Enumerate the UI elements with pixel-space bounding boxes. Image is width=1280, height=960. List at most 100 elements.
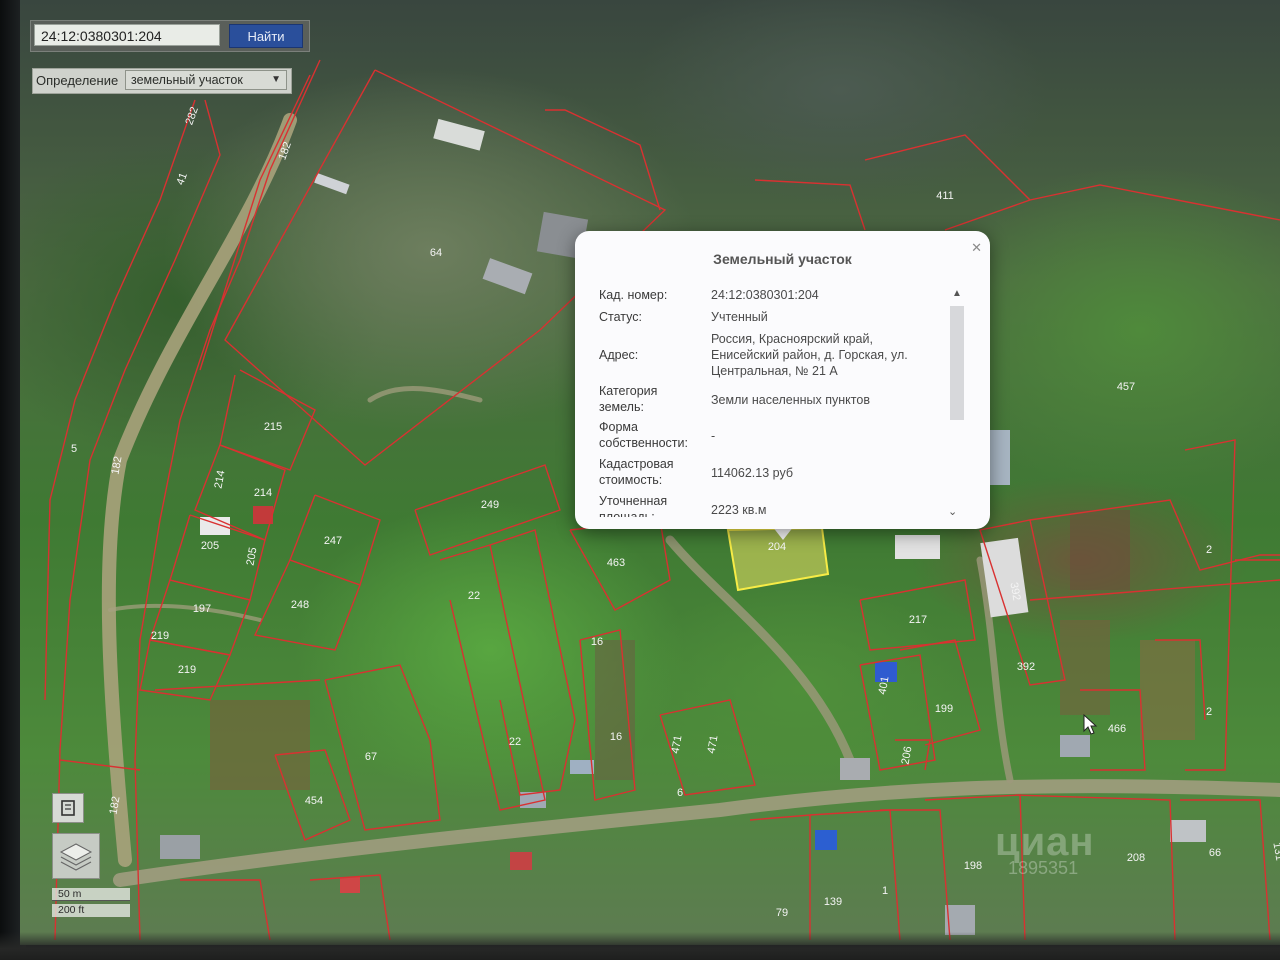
chevron-down-icon: ▼ [271, 74, 281, 85]
svg-text:2: 2 [1206, 706, 1212, 718]
chevron-down-icon[interactable]: ⌄ [948, 505, 957, 518]
svg-text:217: 217 [909, 614, 927, 626]
svg-text:401: 401 [877, 675, 892, 695]
parcel-label: 205 [201, 540, 219, 552]
parcel-label: 411 [936, 190, 954, 202]
info-value: 114062.13 руб [711, 466, 793, 480]
address-line: Центральная, № 21 А [711, 364, 838, 378]
parcel-label: 206 [900, 745, 915, 765]
svg-text:67: 67 [365, 751, 377, 763]
parcel-label: 22 [509, 736, 521, 748]
info-key: Уточненная площадь: [599, 493, 709, 517]
scale-bar: 50 m 200 ft [52, 888, 130, 920]
parcel-label: 219 [151, 630, 169, 642]
svg-text:16: 16 [610, 731, 622, 743]
parcel-label: 22 [468, 590, 480, 602]
svg-text:249: 249 [481, 499, 499, 511]
svg-text:205: 205 [201, 540, 219, 552]
parcel-label: 197 [193, 603, 211, 615]
parcel-label: 6 [677, 787, 683, 799]
parcel-label: 5 [71, 443, 77, 455]
svg-text:5: 5 [71, 443, 77, 455]
info-key: Кад. номер: [599, 288, 668, 302]
parcel-label: 205 [245, 546, 260, 566]
find-button[interactable]: Найти [229, 24, 303, 48]
parcel-label: 16 [610, 731, 622, 743]
monitor-bottom-bezel [0, 932, 1280, 960]
svg-text:454: 454 [305, 795, 323, 807]
info-value: - [711, 429, 716, 443]
svg-text:66: 66 [1209, 847, 1221, 859]
svg-text:131: 131 [1270, 841, 1280, 861]
key-line: Уточненная [599, 494, 668, 508]
info-value: 2223 кв.м [711, 503, 767, 517]
parcel-label: 463 [607, 557, 625, 569]
parcel-label: 217 [909, 614, 927, 626]
parcel-label: 67 [365, 751, 377, 763]
parcel-label: 471 [670, 734, 685, 754]
parcel-label: 454 [305, 795, 323, 807]
svg-text:208: 208 [1127, 852, 1145, 864]
address-line: Россия, Красноярский край, [711, 332, 873, 346]
parcel-label: 215 [264, 421, 282, 433]
svg-text:457: 457 [1117, 381, 1135, 393]
info-value: Россия, Красноярский край, Енисейский ра… [711, 331, 933, 379]
parcel-label: 2 [1206, 706, 1212, 718]
parcel-label: 2 [1206, 544, 1212, 556]
legend-button[interactable] [52, 793, 84, 823]
svg-text:22: 22 [509, 736, 521, 748]
layers-icon [59, 843, 93, 871]
parcel-204-label: 204 [768, 541, 786, 553]
parcel-label: 392 [1017, 661, 1035, 673]
svg-text:205: 205 [245, 546, 260, 566]
parcel-label: 248 [291, 599, 309, 611]
parcel-label: 208 [1127, 852, 1145, 864]
key-line: Форма [599, 420, 638, 434]
info-key: Категория земель: [599, 383, 709, 415]
parcel-label: 64 [430, 247, 442, 259]
parcel-label: 214 [254, 487, 272, 499]
svg-text:471: 471 [670, 734, 685, 754]
definition-select[interactable]: земельный участок ▼ [125, 70, 287, 90]
svg-text:411: 411 [936, 190, 954, 202]
chevron-up-icon[interactable]: ▲ [952, 288, 962, 299]
svg-text:466: 466 [1108, 723, 1126, 735]
parcel-label: 66 [1209, 847, 1221, 859]
info-key: Статус: [599, 310, 642, 324]
svg-text:282: 282 [183, 105, 201, 126]
svg-text:22: 22 [468, 590, 480, 602]
svg-text:1: 1 [882, 885, 888, 897]
info-key: Кадастровая стоимость: [599, 456, 709, 488]
scale-imperial: 200 ft [52, 904, 130, 917]
parcel-info-popup: Земельный участок ✕ Кад. номер: 24:12:03… [575, 231, 990, 529]
svg-text:392: 392 [1017, 661, 1035, 673]
definition-selected-value: земельный участок [131, 73, 243, 87]
key-line: Кадастровая [599, 457, 674, 471]
fields [210, 510, 1195, 790]
key-line: земель: [599, 400, 644, 414]
parcel-label: 41 [174, 171, 189, 187]
parcel-label: 199 [935, 703, 953, 715]
popup-body[interactable]: Кад. номер: 24:12:0380301:204 Статус: Уч… [599, 285, 939, 517]
svg-text:471: 471 [706, 734, 721, 754]
layers-button[interactable] [52, 833, 100, 879]
legend-icon [61, 800, 75, 816]
key-line: собственности: [599, 436, 688, 450]
address-line: Енисейский район, д. Горская, ул. [711, 348, 908, 362]
svg-text:199: 199 [935, 703, 953, 715]
cadastral-number-input[interactable]: 24:12:0380301:204 [34, 24, 220, 46]
popup-scrollbar-thumb[interactable] [950, 306, 964, 420]
info-value: Земли населенных пунктов [711, 393, 870, 407]
svg-text:64: 64 [430, 247, 442, 259]
svg-text:214: 214 [213, 469, 228, 489]
parcel-label: 247 [324, 535, 342, 547]
parcel-label: 16 [591, 636, 603, 648]
parcel-label: 214 [213, 469, 228, 489]
parcel-label: 131 [1270, 841, 1280, 861]
parcel-label: 282 [183, 105, 201, 126]
close-icon[interactable]: ✕ [971, 240, 982, 256]
svg-text:139: 139 [824, 896, 842, 908]
info-value: 24:12:0380301:204 [711, 288, 819, 302]
svg-text:79: 79 [776, 907, 788, 919]
parcel-label: 249 [481, 499, 499, 511]
